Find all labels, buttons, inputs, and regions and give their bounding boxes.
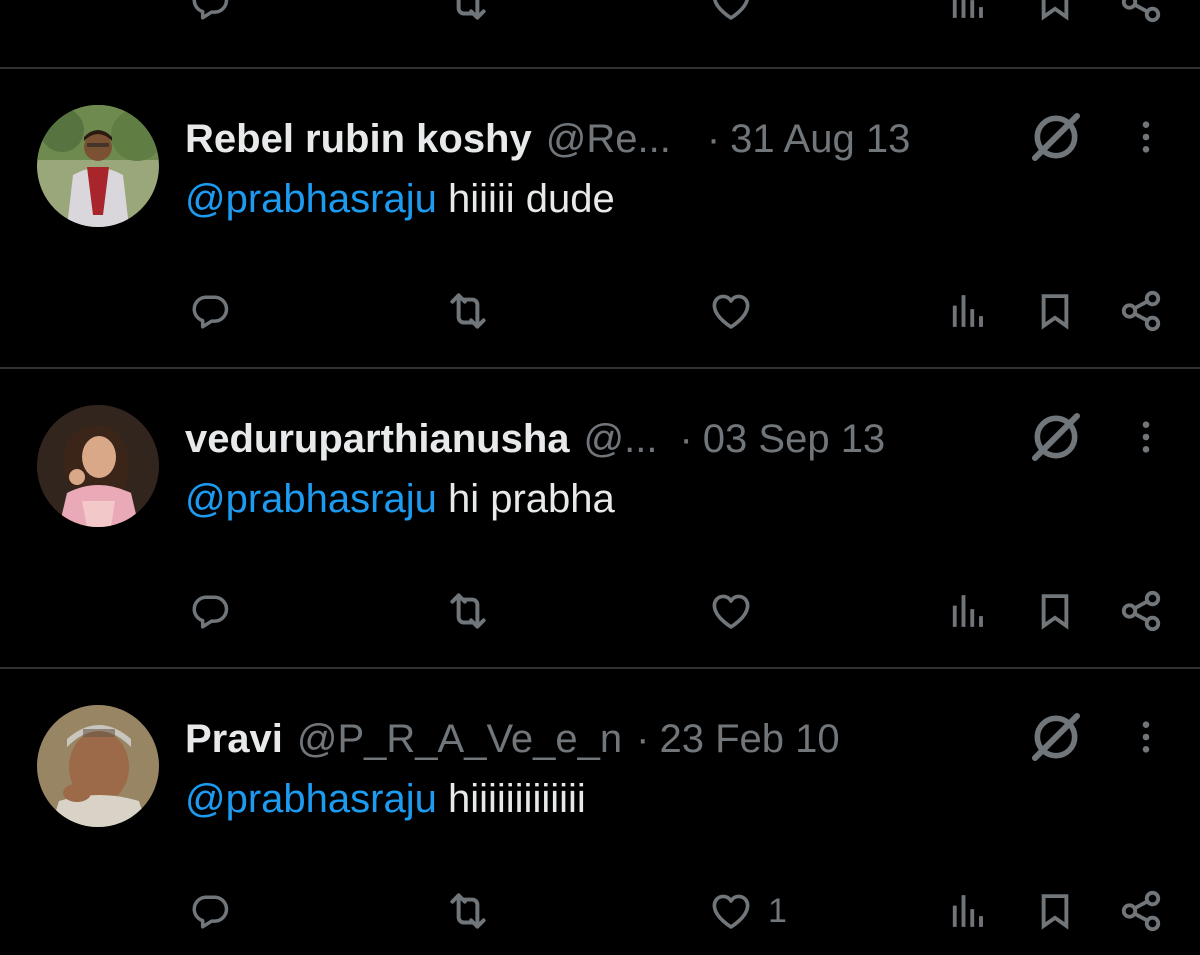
share-button[interactable] [1118,881,1164,941]
views-button[interactable] [946,281,988,341]
retweet-icon [443,286,493,336]
share-button[interactable] [1118,281,1164,341]
tweet-actions [0,281,1200,341]
bookmark-icon [1034,890,1076,932]
more-icon[interactable] [1126,709,1166,765]
tweet-text: @prabhasraju hiiiiiiiiiiiii [185,769,586,829]
previous-tweet-actions [0,0,1200,32]
display-name[interactable]: Pravi [185,709,283,769]
share-icon [1118,888,1164,934]
share-icon [1118,288,1164,334]
bookmark-button[interactable] [1034,0,1076,32]
heart-icon [708,888,754,934]
reply-icon [188,289,232,333]
user-handle[interactable]: @Re... [546,109,671,169]
views-icon [946,890,988,932]
tweet-body: hi prabha [447,477,615,521]
tweet-actions: 1 [0,881,1200,941]
separator-dot: · [706,117,721,161]
tweet[interactable]: Pravi @P_R_A_Ve_e_n · 23 Feb 10 @prabhas… [0,669,1200,955]
tweet-text: @prabhasraju hiiiii dude [185,169,615,229]
timeline: Rebel rubin koshy @Re... · 31 Aug 13 @pr… [0,0,1200,955]
bookmark-button[interactable] [1034,581,1076,641]
reply-button[interactable] [188,0,246,32]
views-button[interactable] [946,0,988,32]
views-icon [946,0,988,23]
mention-link[interactable]: @prabhasraju [185,177,437,221]
tweet-body: hiiiii dude [447,177,615,221]
user-handle[interactable]: @P_R_A_Ve_e_n [297,709,622,769]
views-button[interactable] [946,881,988,941]
tweet-date[interactable]: 03 Sep 13 [703,409,885,469]
display-name[interactable]: veduruparthianusha [185,409,570,469]
user-handle[interactable]: @... [584,409,658,469]
grok-icon[interactable] [1028,109,1084,165]
reply-button[interactable] [188,281,246,341]
like-button[interactable] [708,281,768,341]
bookmark-icon [1034,590,1076,632]
tweet[interactable]: veduruparthianusha @... · 03 Sep 13 @pra… [0,369,1200,667]
retweet-button[interactable] [443,581,507,641]
tweet-header: Pravi @P_R_A_Ve_e_n · 23 Feb 10 [185,709,840,769]
views-button[interactable] [946,581,988,641]
share-icon [1118,0,1164,25]
like-button[interactable] [708,0,768,32]
tweet-header: veduruparthianusha @... · 03 Sep 13 [185,409,885,469]
tweet-header: Rebel rubin koshy @Re... · 31 Aug 13 [185,109,910,169]
retweet-icon [443,586,493,636]
reply-button[interactable] [188,581,246,641]
heart-icon [708,588,754,634]
retweet-button[interactable] [443,0,507,32]
mention-link[interactable]: @prabhasraju [185,777,437,821]
views-icon [946,290,988,332]
share-button[interactable] [1118,0,1164,32]
heart-icon [708,288,754,334]
tweet-date[interactable]: 31 Aug 13 [730,109,910,169]
more-icon[interactable] [1126,409,1166,465]
tweet-date[interactable]: 23 Feb 10 [659,709,839,769]
like-count: 1 [768,891,787,930]
bookmark-icon [1034,290,1076,332]
tweet-body: hiiiiiiiiiiiii [447,777,586,821]
retweet-button[interactable] [443,281,507,341]
views-icon [946,590,988,632]
grok-icon[interactable] [1028,709,1084,765]
bookmark-button[interactable] [1034,281,1076,341]
share-icon [1118,588,1164,634]
like-button[interactable] [708,581,768,641]
tweet-actions [0,581,1200,641]
avatar[interactable] [37,405,159,527]
avatar[interactable] [37,705,159,827]
heart-icon [708,0,754,25]
reply-button[interactable] [188,881,246,941]
tweet[interactable]: Rebel rubin koshy @Re... · 31 Aug 13 @pr… [0,69,1200,367]
retweet-icon [443,0,493,27]
bookmark-icon [1034,0,1076,23]
grok-icon[interactable] [1028,409,1084,465]
mention-link[interactable]: @prabhasraju [185,477,437,521]
reply-icon [188,0,232,24]
reply-icon [188,889,232,933]
more-icon[interactable] [1126,109,1166,165]
reply-icon [188,589,232,633]
avatar[interactable] [37,105,159,227]
retweet-button[interactable] [443,881,507,941]
display-name[interactable]: Rebel rubin koshy [185,109,532,169]
share-button[interactable] [1118,581,1164,641]
separator-dot: · [679,417,693,461]
retweet-icon [443,886,493,936]
bookmark-button[interactable] [1034,881,1076,941]
tweet-text: @prabhasraju hi prabha [185,469,615,529]
separator-dot: · [636,717,650,761]
like-button[interactable]: 1 [708,881,787,941]
